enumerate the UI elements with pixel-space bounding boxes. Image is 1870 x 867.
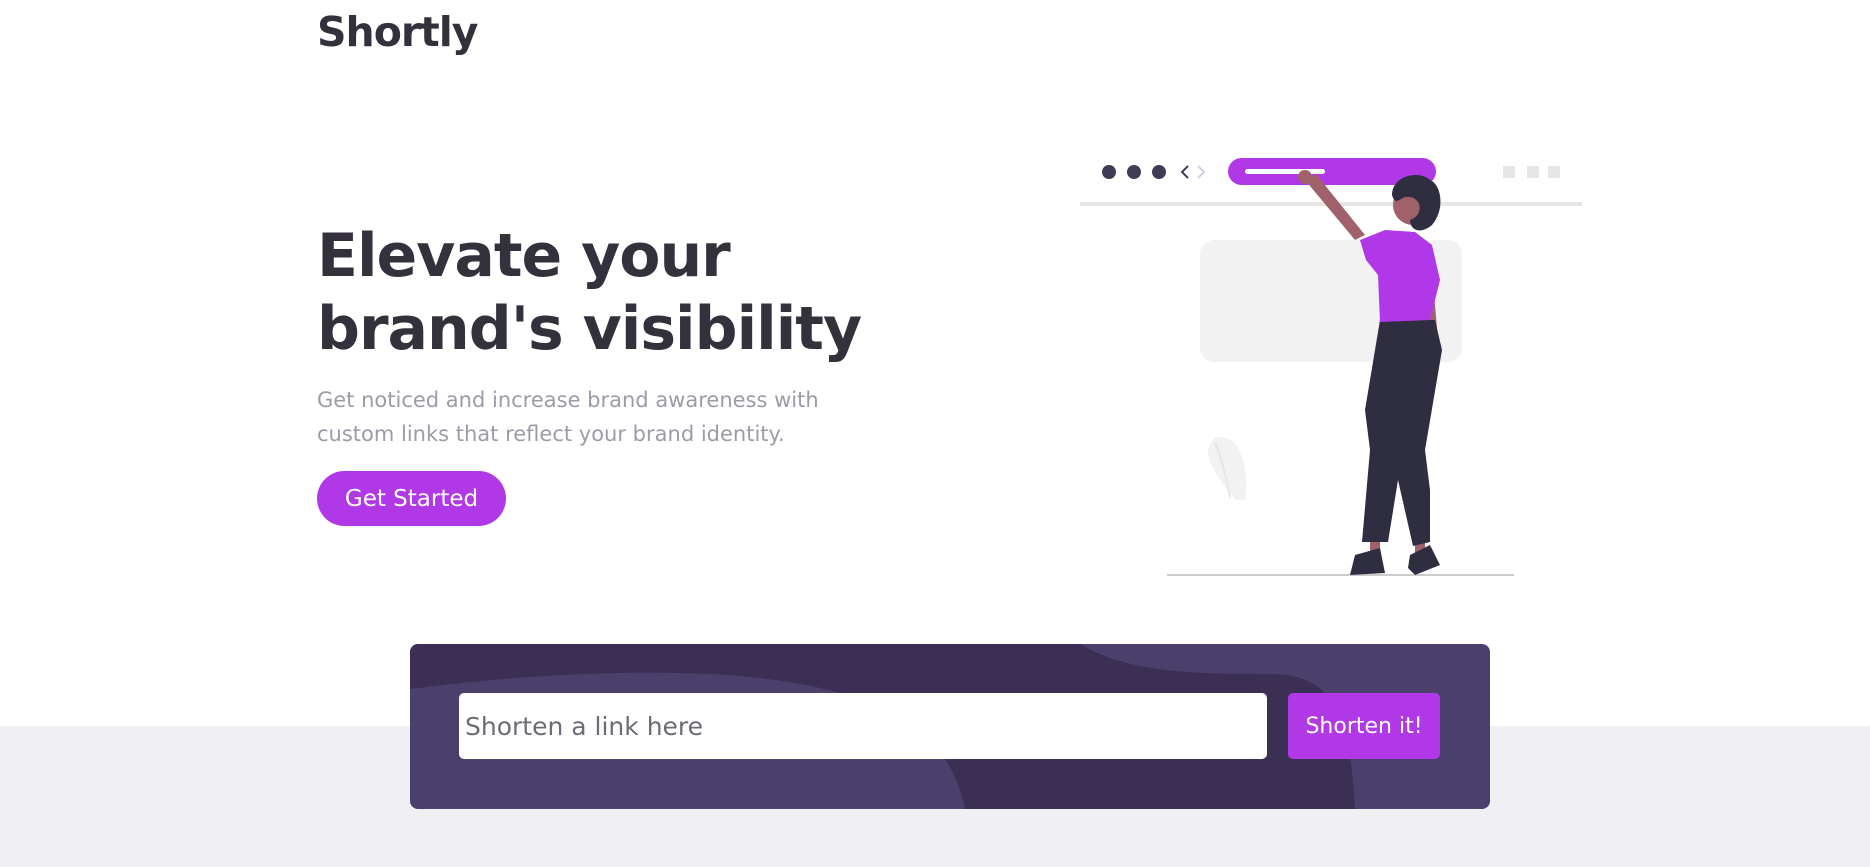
hero-headline: Elevate your brand's visibility — [317, 220, 937, 366]
link-shortener-panel: Shorten it! — [410, 644, 1490, 809]
hero-subtext: Get noticed and increase brand awareness… — [317, 383, 877, 451]
landing-page: Shortly Elevate your brand's visibility … — [0, 0, 1870, 867]
woman-figure — [1298, 170, 1442, 575]
hero-subtext-line-2: custom links that reflect your brand ide… — [317, 422, 785, 446]
hero-headline-line-2: brand's visibility — [317, 294, 862, 364]
get-started-button[interactable]: Get Started — [317, 471, 506, 526]
shorten-it-button[interactable]: Shorten it! — [1288, 693, 1440, 759]
hero-headline-line-1: Elevate your — [317, 221, 731, 291]
woman-with-browser-illustration — [1080, 158, 1582, 576]
link-url-input[interactable] — [459, 693, 1267, 759]
hero-subtext-line-1: Get noticed and increase brand awareness… — [317, 388, 819, 412]
logo[interactable]: Shortly — [317, 8, 478, 57]
